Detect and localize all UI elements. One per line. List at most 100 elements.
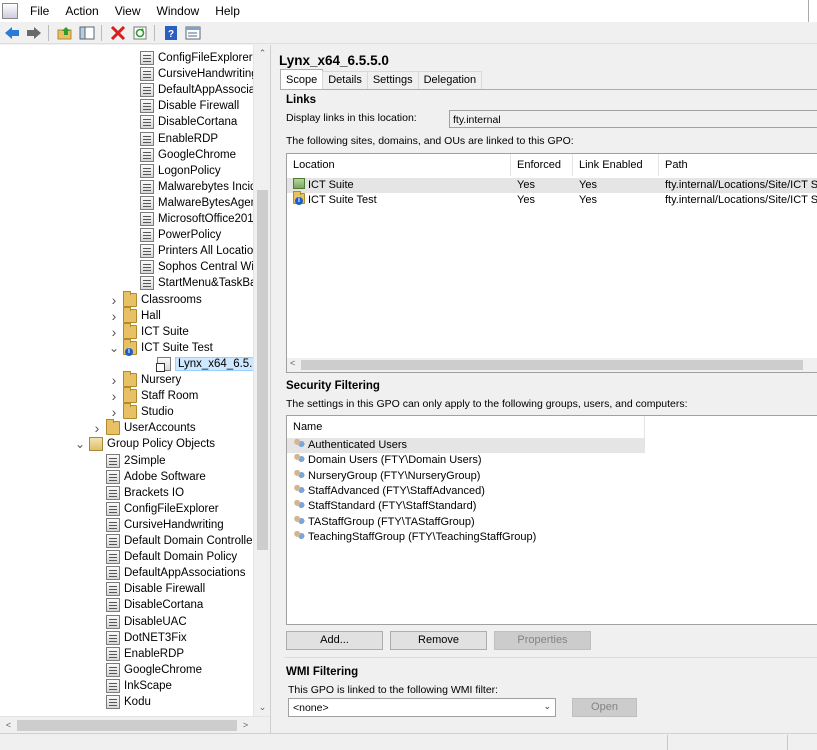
collapse-icon[interactable]: ⌄: [74, 437, 86, 451]
tree-item[interactable]: EnableRDP: [125, 131, 218, 147]
tree-item[interactable]: Disable Firewall: [125, 98, 239, 114]
tab-details[interactable]: Details: [322, 71, 368, 89]
menu-help[interactable]: Help: [207, 0, 248, 22]
scrollbar-thumb[interactable]: [301, 360, 803, 370]
security-principal-row[interactable]: TAStaffGroup (FTY\TAStaffGroup): [287, 514, 645, 530]
tree-item[interactable]: Default Domain Controllers Pol: [91, 533, 270, 549]
tree-item[interactable]: Adobe Software: [91, 469, 206, 485]
tree-item[interactable]: GoogleChrome: [125, 147, 236, 163]
expand-icon[interactable]: ›: [108, 324, 120, 340]
security-principal-row[interactable]: NurseryGroup (FTY\NurseryGroup): [287, 468, 645, 484]
tree-item[interactable]: Brackets IO: [91, 485, 184, 501]
column-path[interactable]: Path: [659, 154, 817, 176]
column-enforced[interactable]: Enforced: [511, 154, 573, 176]
tree-item[interactable]: › Studio: [108, 403, 174, 420]
scroll-left-icon[interactable]: <: [290, 358, 295, 368]
forward-arrow-icon[interactable]: [24, 23, 44, 43]
back-arrow-icon[interactable]: [2, 23, 22, 43]
tree-horizontal-scrollbar[interactable]: < >: [0, 716, 270, 733]
tab-scope[interactable]: Scope: [280, 69, 324, 89]
tree-item[interactable]: CursiveHandwriting: [125, 66, 258, 82]
menu-file[interactable]: File: [22, 0, 57, 22]
security-list[interactable]: Name Authenticated Users Domain Users (FT…: [286, 415, 817, 625]
tree-item[interactable]: Sophos Central Windows En: [125, 259, 270, 275]
refresh-icon[interactable]: [130, 23, 150, 43]
tree-item[interactable]: ⌄ ICT Suite Test: [108, 338, 213, 356]
security-principal-row[interactable]: StaffAdvanced (FTY\StaffAdvanced): [287, 483, 645, 499]
up-folder-icon[interactable]: [55, 23, 75, 43]
tree-item[interactable]: PowerPolicy: [125, 227, 221, 243]
tree-item[interactable]: LogonPolicy: [125, 163, 221, 179]
expand-icon[interactable]: ›: [108, 388, 120, 404]
tree-item[interactable]: › Staff Room: [108, 387, 198, 404]
column-location[interactable]: Location: [287, 154, 511, 176]
tree-item[interactable]: MalwareBytesAgentStart: [125, 195, 270, 211]
tree-item[interactable]: DefaultAppAssociations: [125, 82, 270, 98]
tab-settings[interactable]: Settings: [366, 71, 419, 89]
tree-item[interactable]: EnableRDP: [91, 646, 184, 662]
expand-icon[interactable]: ›: [91, 420, 103, 436]
scrollbar-thumb[interactable]: [17, 720, 237, 731]
link-row[interactable]: ICT Suite Test Yes Yes fty.internal/Loca…: [287, 191, 817, 208]
collapse-icon[interactable]: ⌄: [108, 341, 120, 355]
tree-item[interactable]: DisableCortana: [91, 597, 203, 613]
security-principal-row[interactable]: Authenticated Users: [287, 438, 645, 453]
tab-delegation[interactable]: Delegation: [417, 71, 483, 89]
scrollbar-thumb[interactable]: [257, 190, 268, 550]
tree-item[interactable]: › ICT Suite: [108, 322, 189, 340]
tree-item[interactable]: Default Domain Policy: [91, 549, 237, 565]
menu-view[interactable]: View: [107, 0, 149, 22]
remove-button[interactable]: Remove: [390, 631, 487, 650]
tree-item[interactable]: Lynx_x64_6.5.5.0: [142, 356, 270, 372]
tree-item[interactable]: › Classrooms: [108, 290, 202, 308]
scroll-left-icon[interactable]: <: [0, 717, 17, 733]
add-button[interactable]: Add...: [286, 631, 383, 650]
tree-item[interactable]: StartMenu&TaskBar: [125, 275, 260, 291]
column-link-enabled[interactable]: Link Enabled: [573, 154, 659, 176]
show-hide-tree-icon[interactable]: [77, 23, 97, 43]
wmi-filter-select[interactable]: <none> ⌄: [288, 698, 556, 717]
tree-item[interactable]: Disable Firewall: [91, 581, 205, 597]
security-principal-row[interactable]: TeachingStaffGroup (FTY\TeachingStaffGro…: [287, 529, 645, 545]
open-button[interactable]: Open: [572, 698, 637, 717]
scroll-right-icon[interactable]: >: [237, 717, 254, 733]
link-row[interactable]: ICT Suite Yes Yes fty.internal/Locations…: [287, 178, 817, 193]
delete-icon[interactable]: [108, 23, 128, 43]
tree-item[interactable]: › Nursery: [108, 371, 181, 388]
help-icon[interactable]: ?: [161, 23, 181, 43]
scroll-down-icon[interactable]: ⌄: [254, 699, 270, 716]
tree-item[interactable]: DisableCortana: [125, 114, 237, 130]
tree-item[interactable]: DisableUAC: [91, 614, 187, 630]
tree-item[interactable]: DefaultAppAssociations: [91, 565, 245, 581]
tree-item[interactable]: InkScape: [91, 678, 172, 694]
tree-item[interactable]: › Hall: [108, 306, 161, 324]
tree-item[interactable]: MicrosoftOffice2010: [125, 211, 260, 227]
tree-item[interactable]: ⌄ Group Policy Objects: [74, 436, 215, 452]
menu-window[interactable]: Window: [149, 0, 208, 22]
links-horizontal-scrollbar[interactable]: <: [287, 358, 817, 372]
expand-icon[interactable]: ›: [108, 404, 120, 420]
tree-item[interactable]: Malwarebytes Incident Resp: [125, 179, 270, 195]
tree-item[interactable]: ConfigFileExplorer: [125, 50, 253, 66]
expand-icon[interactable]: ›: [108, 308, 120, 324]
properties-icon[interactable]: [183, 23, 203, 43]
tree-item[interactable]: DotNET3Fix: [91, 630, 187, 646]
expand-icon[interactable]: ›: [108, 372, 120, 388]
properties-button[interactable]: Properties: [494, 631, 591, 650]
expand-icon[interactable]: ›: [108, 292, 120, 308]
tree-item[interactable]: ConfigFileExplorer: [91, 501, 219, 517]
scroll-up-icon[interactable]: ⌃: [254, 45, 270, 62]
location-field[interactable]: fty.internal: [449, 110, 817, 128]
security-principal-row[interactable]: StaffStandard (FTY\StaffStandard): [287, 499, 645, 514]
tree-item[interactable]: CursiveHandwriting: [91, 517, 224, 533]
tree-vertical-scrollbar[interactable]: ⌃ ⌄: [253, 45, 270, 716]
console-tree[interactable]: ConfigFileExplorer CursiveHandwriting Defa…: [0, 45, 271, 733]
tree-item[interactable]: 2Simple: [91, 453, 166, 469]
column-name[interactable]: Name: [287, 416, 645, 438]
tree-item[interactable]: GoogleChrome: [91, 662, 202, 678]
links-list[interactable]: ^ Location Enforced Link Enabled Path IC…: [286, 153, 817, 373]
tree-item[interactable]: Printers All Locations: [125, 243, 265, 259]
tree-item[interactable]: › UserAccounts: [91, 419, 196, 436]
tree-item[interactable]: Kodu: [91, 694, 151, 710]
menu-action[interactable]: Action: [57, 0, 106, 22]
